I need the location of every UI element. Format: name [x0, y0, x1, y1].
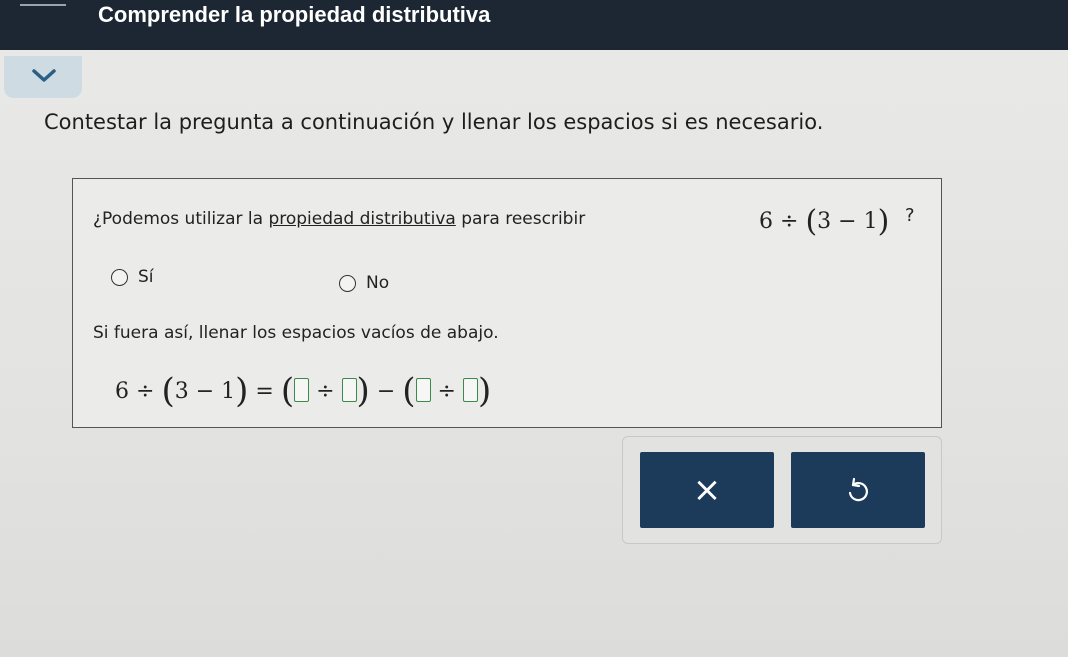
close-icon: ×	[692, 470, 722, 510]
expr-number: 1	[863, 209, 878, 234]
eq-open-paren: (	[161, 371, 175, 411]
expr-close-paren: )	[877, 204, 890, 239]
header-bar: Comprender la propiedad distributiva	[0, 0, 1068, 50]
radio-no[interactable]	[339, 274, 356, 292]
eq-divide-sign: ÷	[437, 379, 456, 404]
blank-input-4[interactable]	[462, 378, 478, 402]
eq-minus-sign: −	[376, 379, 396, 404]
distributive-property-link[interactable]: propiedad distributiva	[268, 209, 455, 229]
expr-number: 3	[817, 209, 832, 234]
eq-divide-sign: ÷	[136, 379, 155, 404]
undo-button[interactable]	[791, 452, 925, 528]
collapse-button[interactable]	[4, 56, 82, 98]
equation: 6 ÷ (3 − 1) = ( ÷ ) − ( ÷ )	[115, 367, 491, 411]
blank-input-2[interactable]	[341, 378, 357, 402]
question-text: ¿Podemos utilizar la propiedad distribut…	[93, 209, 585, 229]
answer-button-panel: ×	[622, 436, 942, 544]
expr-minus-sign: −	[838, 209, 857, 234]
option-label: Sí	[138, 267, 154, 287]
option-si[interactable]: Sí	[111, 267, 154, 287]
clear-button[interactable]: ×	[640, 452, 774, 528]
question-expression: 6 ÷ (3 − 1)	[759, 201, 890, 239]
eq-number: 3	[174, 379, 189, 404]
blank-input-1[interactable]	[294, 378, 310, 402]
question-prefix: ¿Podemos utilizar la	[93, 209, 269, 229]
undo-icon	[848, 477, 868, 502]
eq-number: 1	[221, 379, 236, 404]
page-title: Comprender la propiedad distributiva	[98, 2, 491, 27]
eq-divide-sign: ÷	[316, 379, 335, 404]
eq-equals-sign: =	[255, 379, 274, 404]
chevron-down-icon	[32, 69, 56, 82]
eq-close-paren: )	[356, 371, 370, 411]
eq-close-paren: )	[235, 371, 249, 411]
option-no[interactable]: No	[339, 273, 389, 293]
header-decoration	[20, 4, 66, 6]
eq-open-paren: (	[280, 371, 295, 411]
fill-prompt: Si fuera así, llenar los espacios vacíos…	[93, 323, 499, 343]
eq-close-paren: )	[477, 371, 492, 411]
instruction-text: Contestar la pregunta a continuación y l…	[44, 110, 824, 134]
option-label: No	[366, 273, 390, 293]
expr-open-paren: (	[805, 204, 818, 239]
eq-number: 6	[115, 379, 129, 404]
expr-number: 6	[759, 209, 773, 234]
eq-open-paren: (	[402, 371, 416, 411]
eq-minus-sign: −	[195, 379, 215, 404]
blank-input-3[interactable]	[415, 378, 431, 402]
question-box: ¿Podemos utilizar la propiedad distribut…	[72, 178, 942, 428]
expr-divide-sign: ÷	[780, 209, 799, 234]
radio-si[interactable]	[111, 268, 128, 286]
question-mark: ?	[905, 205, 915, 226]
question-suffix: para reescribir	[455, 209, 586, 229]
